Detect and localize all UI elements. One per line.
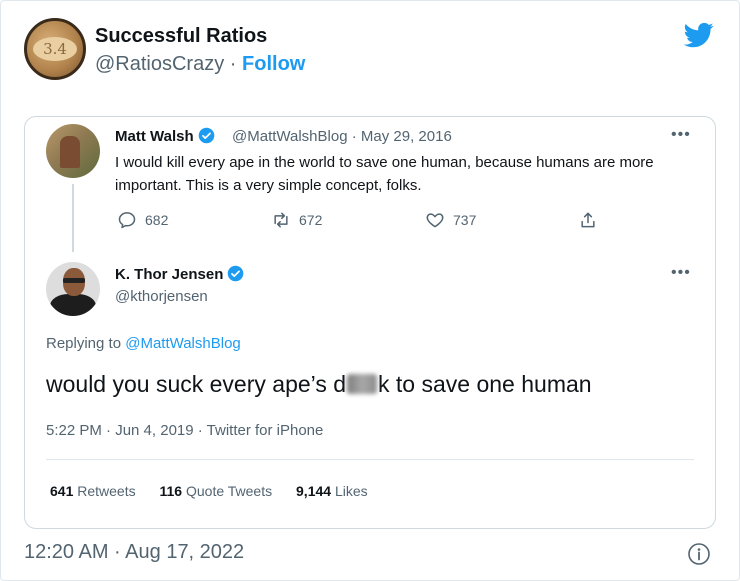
replying-prefix: Replying to (46, 335, 122, 352)
retweet-icon (274, 212, 288, 228)
share-action[interactable] (578, 210, 598, 230)
censor-blur (347, 374, 378, 394)
engagement-stats: 641 Retweets 116 Quote Tweets 9,144 Like… (50, 483, 388, 499)
like-count: 737 (453, 212, 477, 228)
quote-tweets-stat[interactable]: 116 Quote Tweets (160, 483, 273, 499)
footer-timestamp[interactable]: 12:20 AM · Aug 17, 2022 (24, 541, 244, 564)
share-icon (581, 212, 595, 228)
account-handle-row: @RatiosCrazy · Follow (95, 53, 305, 76)
divider (46, 459, 694, 460)
reply-author-avatar[interactable] (46, 262, 100, 316)
quoted-author-handle[interactable]: @MattWalshBlog (232, 128, 348, 145)
retweets-stat[interactable]: 641 Retweets (50, 483, 136, 499)
separator-dot: · (351, 128, 357, 145)
avatar-logo-text: 3.4 (33, 37, 77, 61)
replying-to-link[interactable]: @MattWalshBlog (125, 335, 241, 352)
quote-tweets-label: Quote Tweets (185, 483, 273, 499)
reply-action[interactable]: 682 (117, 210, 168, 230)
reply-tweet-text: would you suck every ape’s d k to save on… (46, 371, 592, 398)
quoted-author-avatar[interactable] (46, 124, 100, 178)
separator-dot: · (229, 53, 237, 75)
quoted-tweet-text: I would kill every ape in the world to s… (115, 154, 654, 194)
reply-icon (118, 212, 136, 229)
more-options-icon[interactable]: ••• (671, 264, 691, 282)
info-icon[interactable] (687, 542, 711, 566)
quoted-tweet-meta: @MattWalshBlog · May 29, 2016 (232, 128, 452, 145)
reply-text-before: would you suck every ape’s d (46, 371, 347, 397)
account-handle[interactable]: @RatiosCrazy (95, 53, 224, 75)
twitter-bird-icon[interactable] (682, 20, 716, 50)
more-options-icon[interactable]: ••• (671, 126, 691, 144)
account-name[interactable]: Successful Ratios (95, 25, 267, 48)
retweet-count: 672 (299, 212, 323, 228)
retweets-label: Retweets (77, 483, 136, 499)
retweet-action[interactable]: 672 (271, 210, 322, 230)
reply-count: 682 (145, 212, 169, 228)
heart-icon (426, 213, 444, 228)
likes-label: Likes (334, 483, 368, 499)
account-avatar[interactable]: 3.4 (24, 18, 86, 80)
quote-tweets-count: 116 (159, 483, 183, 499)
retweets-count: 641 (50, 483, 74, 499)
quoted-tweet-date[interactable]: May 29, 2016 (361, 128, 452, 145)
like-action[interactable]: 737 (425, 210, 476, 230)
replying-to-line: Replying to @MattWalshBlog (46, 335, 241, 352)
reply-text-after: k to save one human (378, 371, 592, 397)
thread-line (72, 184, 74, 252)
likes-stat[interactable]: 9,144 Likes (296, 483, 368, 499)
quoted-author-name[interactable]: Matt Walsh (115, 127, 215, 145)
reply-author-handle[interactable]: @kthorjensen (115, 288, 208, 305)
avatar-body (50, 294, 96, 316)
reply-author-name[interactable]: K. Thor Jensen (115, 265, 244, 283)
likes-count: 9,144 (296, 483, 332, 499)
reply-author-name-text: K. Thor Jensen (115, 266, 224, 283)
verified-badge-icon (198, 127, 214, 144)
avatar-glasses (63, 278, 85, 283)
follow-button[interactable]: Follow (242, 53, 305, 75)
avatar-figure (60, 136, 80, 168)
verified-badge-icon (228, 265, 244, 282)
quoted-author-name-text: Matt Walsh (115, 128, 194, 145)
reply-timestamp[interactable]: 5:22 PM · Jun 4, 2019 · Twitter for iPho… (46, 422, 323, 439)
